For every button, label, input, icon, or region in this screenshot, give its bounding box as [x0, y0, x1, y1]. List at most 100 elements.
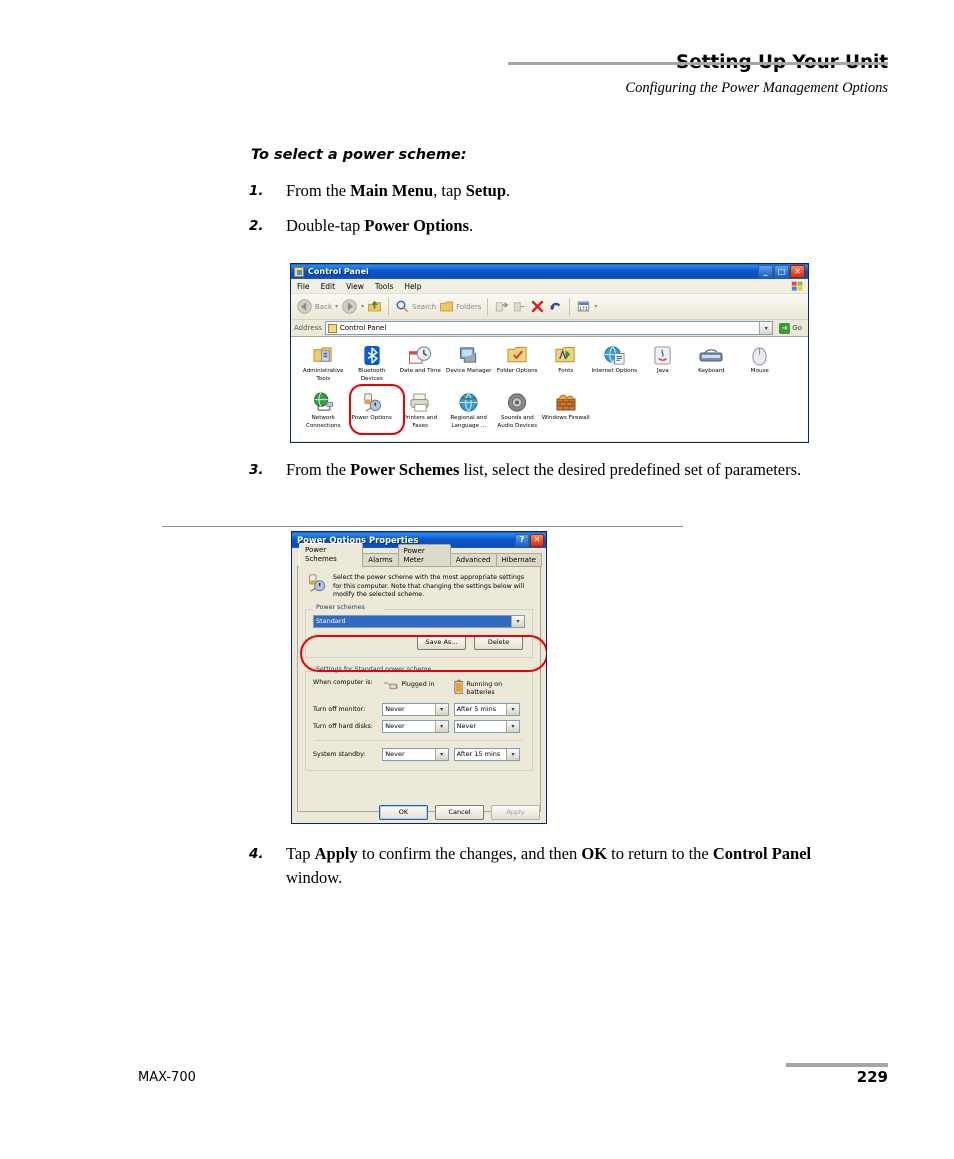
system-standby-plugged-select[interactable]: Never ▾: [382, 747, 449, 761]
menu-help[interactable]: Help: [404, 282, 421, 291]
setting-row-system-standby: System standby: Never ▾ After 15 mins ▾: [313, 746, 525, 763]
cp-item-network-connections[interactable]: Network Connections: [299, 390, 348, 430]
cp-item-date-and-time[interactable]: Date and Time: [396, 343, 445, 383]
save-as-button[interactable]: Save As...: [417, 634, 466, 650]
delete-button[interactable]: Delete: [474, 634, 523, 650]
control-panel-content: Administrative Tools Bluetooth Devices D…: [291, 337, 808, 441]
cp-item-device-manager[interactable]: Device Manager: [445, 343, 494, 383]
chevron-down-icon[interactable]: ▾: [759, 322, 773, 334]
address-input[interactable]: Control Panel ▾: [324, 321, 774, 335]
cp-item-keyboard[interactable]: Keyboard: [687, 343, 736, 383]
cp-item-administrative-tools[interactable]: Administrative Tools: [299, 343, 348, 383]
copy-to-button[interactable]: [512, 299, 527, 314]
cp-item-internet-options[interactable]: Internet Options: [590, 343, 639, 383]
chevron-down-icon[interactable]: ▾: [361, 303, 364, 310]
turn-off-hard-disks-battery-select[interactable]: Never ▾: [453, 719, 520, 733]
go-button[interactable]: ➜ Go: [776, 322, 805, 334]
cp-item-mouse[interactable]: Mouse: [736, 343, 785, 383]
cp-item-fonts[interactable]: Fonts: [542, 343, 591, 383]
value: Never: [385, 721, 405, 730]
tab-power-schemes[interactable]: Power Schemes: [299, 542, 364, 567]
cp-label: Device Manager: [446, 368, 492, 374]
turn-off-monitor-plugged-select[interactable]: Never ▾: [382, 702, 449, 716]
tab-power-meter[interactable]: Power Meter: [397, 543, 451, 567]
chevron-down-icon[interactable]: ▾: [594, 303, 597, 310]
move-to-button[interactable]: [494, 299, 509, 314]
forward-button[interactable]: ▾: [341, 298, 364, 315]
turn-off-hard-disks-plugged-select[interactable]: Never ▾: [382, 719, 449, 733]
tab-hibernate[interactable]: Hibernate: [495, 552, 542, 567]
step-3: 3. From the Power Schemes list, select t…: [249, 458, 849, 482]
undo-button[interactable]: [548, 299, 563, 314]
device-manager-icon: [456, 343, 482, 367]
search-button[interactable]: Search: [395, 299, 436, 314]
toolbar-separator: [569, 297, 571, 316]
back-button[interactable]: Back ▾: [296, 298, 338, 315]
menu-tools[interactable]: Tools: [375, 282, 393, 291]
power-dialog-intro: Select the power scheme with the most ap…: [305, 573, 533, 600]
folders-button[interactable]: Folders: [439, 299, 481, 314]
settings-header-row: When computer is: Plugged in Running on …: [313, 679, 525, 701]
cp-item-java[interactable]: Java: [639, 343, 688, 383]
turn-off-monitor-label: Turn off monitor:: [313, 705, 366, 713]
cp-label: Mouse: [750, 368, 769, 374]
cp-item-windows-firewall[interactable]: Windows Firewall: [542, 390, 591, 430]
network-connections-icon: [310, 390, 336, 414]
mouse-icon: [747, 343, 773, 367]
cp-label: Java: [656, 368, 669, 374]
setting-row-turn-off-monitor: Turn off monitor: Never ▾ After 5 mins ▾: [313, 701, 525, 718]
control-panel-window-buttons: _ □ ✕: [758, 265, 806, 278]
chevron-down-icon[interactable]: ▾: [434, 720, 448, 732]
turn-off-monitor-battery-select[interactable]: After 5 mins ▾: [453, 702, 520, 716]
minimize-icon[interactable]: _: [758, 265, 773, 278]
cp-item-regional-and-language[interactable]: Regional and Language ...: [445, 390, 494, 430]
power-schemes-group-title: Power schemes: [313, 603, 368, 611]
cp-label: Administrative Tools: [302, 368, 344, 382]
apply-button: Apply: [491, 805, 540, 820]
cp-item-printers-and-faxes[interactable]: Printers and Faxes: [396, 390, 445, 430]
chevron-down-icon[interactable]: ▾: [511, 615, 524, 627]
ok-button[interactable]: OK: [379, 805, 428, 820]
administrative-tools-icon: [310, 343, 336, 367]
delete-button[interactable]: [530, 299, 545, 314]
power-dialog-tabstrip: Power Schemes Alarms Power Meter Advance…: [297, 542, 542, 567]
chevron-down-icon[interactable]: ▾: [434, 748, 448, 760]
system-standby-battery-select[interactable]: After 15 mins ▾: [453, 747, 520, 761]
views-button[interactable]: ▾: [576, 299, 597, 314]
menu-edit[interactable]: Edit: [321, 282, 336, 291]
chevron-down-icon[interactable]: ▾: [335, 303, 338, 310]
help-icon[interactable]: ?: [515, 533, 529, 547]
step-4-text: Tap Apply to confirm the changes, and th…: [286, 844, 812, 887]
cp-item-sounds-and-audio-devices[interactable]: Sounds and Audio Devices: [493, 390, 542, 430]
section-divider: [162, 526, 683, 527]
step-2: 2. Double-tap Power Options.: [249, 214, 869, 238]
close-icon[interactable]: ✕: [530, 533, 544, 547]
value: Never: [385, 749, 405, 758]
chevron-down-icon[interactable]: ▾: [506, 703, 519, 715]
chevron-down-icon[interactable]: ▾: [506, 720, 519, 732]
power-options-icon: [309, 574, 326, 592]
close-icon[interactable]: ✕: [790, 265, 805, 278]
chevron-down-icon[interactable]: ▾: [434, 703, 448, 715]
cp-item-power-options[interactable]: Power Options: [348, 390, 397, 430]
tab-alarms[interactable]: Alarms: [362, 552, 399, 567]
section-heading: To select a power scheme:: [251, 147, 467, 163]
system-standby-battery-cell: After 15 mins ▾: [453, 747, 525, 761]
step-4-number: 4.: [249, 846, 264, 862]
power-scheme-buttons: Save As... Delete: [313, 634, 525, 650]
chevron-down-icon[interactable]: ▾: [506, 748, 519, 760]
power-dialog-footer-buttons: OK Cancel Apply: [379, 805, 540, 820]
up-button[interactable]: [367, 299, 382, 314]
maximize-icon[interactable]: □: [774, 265, 789, 278]
cp-item-folder-options[interactable]: Folder Options: [493, 343, 542, 383]
power-settings-group-title: Settings for Standard power scheme: [313, 665, 435, 673]
address-folder-icon: [327, 323, 337, 333]
cp-item-bluetooth-devices[interactable]: Bluetooth Devices: [348, 343, 397, 383]
power-scheme-select[interactable]: Standard ▾: [313, 614, 525, 628]
cancel-button[interactable]: Cancel: [435, 805, 484, 820]
menu-view[interactable]: View: [346, 282, 364, 291]
tab-advanced[interactable]: Advanced: [449, 552, 497, 567]
menu-file[interactable]: File: [297, 282, 310, 291]
power-settings-group: Settings for Standard power scheme When …: [305, 665, 533, 771]
toolbar-separator: [388, 297, 390, 316]
